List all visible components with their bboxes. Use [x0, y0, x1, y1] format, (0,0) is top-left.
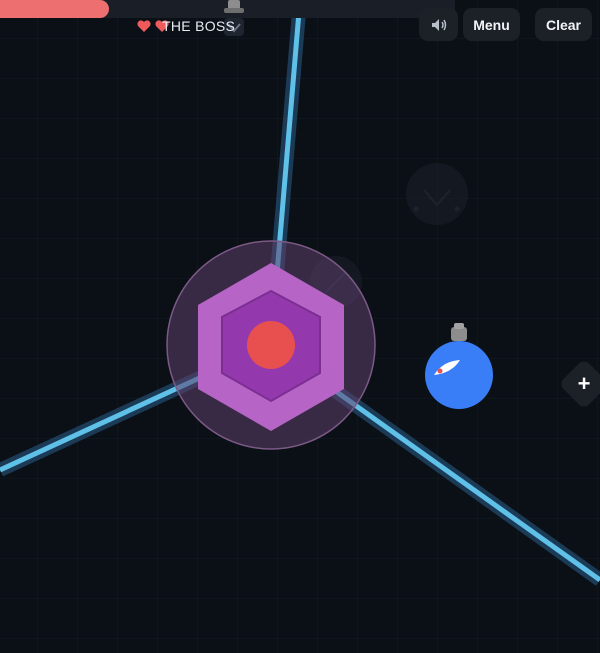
boss-health-fill: [0, 0, 110, 18]
game-stage[interactable]: THE BOSS Menu Clear +: [0, 0, 600, 653]
play-field[interactable]: [0, 0, 600, 653]
player-cap: [451, 327, 467, 341]
player-cap-top: [454, 323, 464, 329]
clear-button[interactable]: Clear: [535, 8, 592, 41]
heart-icon: [137, 20, 151, 32]
boss-hexagon[interactable]: [166, 240, 376, 450]
ghost-marker-dot: [413, 206, 419, 212]
boss-hud: THE BOSS: [136, 15, 249, 37]
player-blade-tip: [437, 368, 443, 374]
menu-button[interactable]: Menu: [463, 8, 520, 41]
boss-core: [247, 321, 295, 369]
ghost-marker-dot: [454, 206, 460, 212]
sound-toggle-button[interactable]: [419, 8, 458, 41]
boss-name: THE BOSS: [162, 18, 236, 34]
ghost-marker-body: [406, 163, 468, 225]
speaker-icon: [431, 18, 446, 31]
player-body: [425, 341, 493, 409]
ghost-marker: [406, 163, 468, 225]
